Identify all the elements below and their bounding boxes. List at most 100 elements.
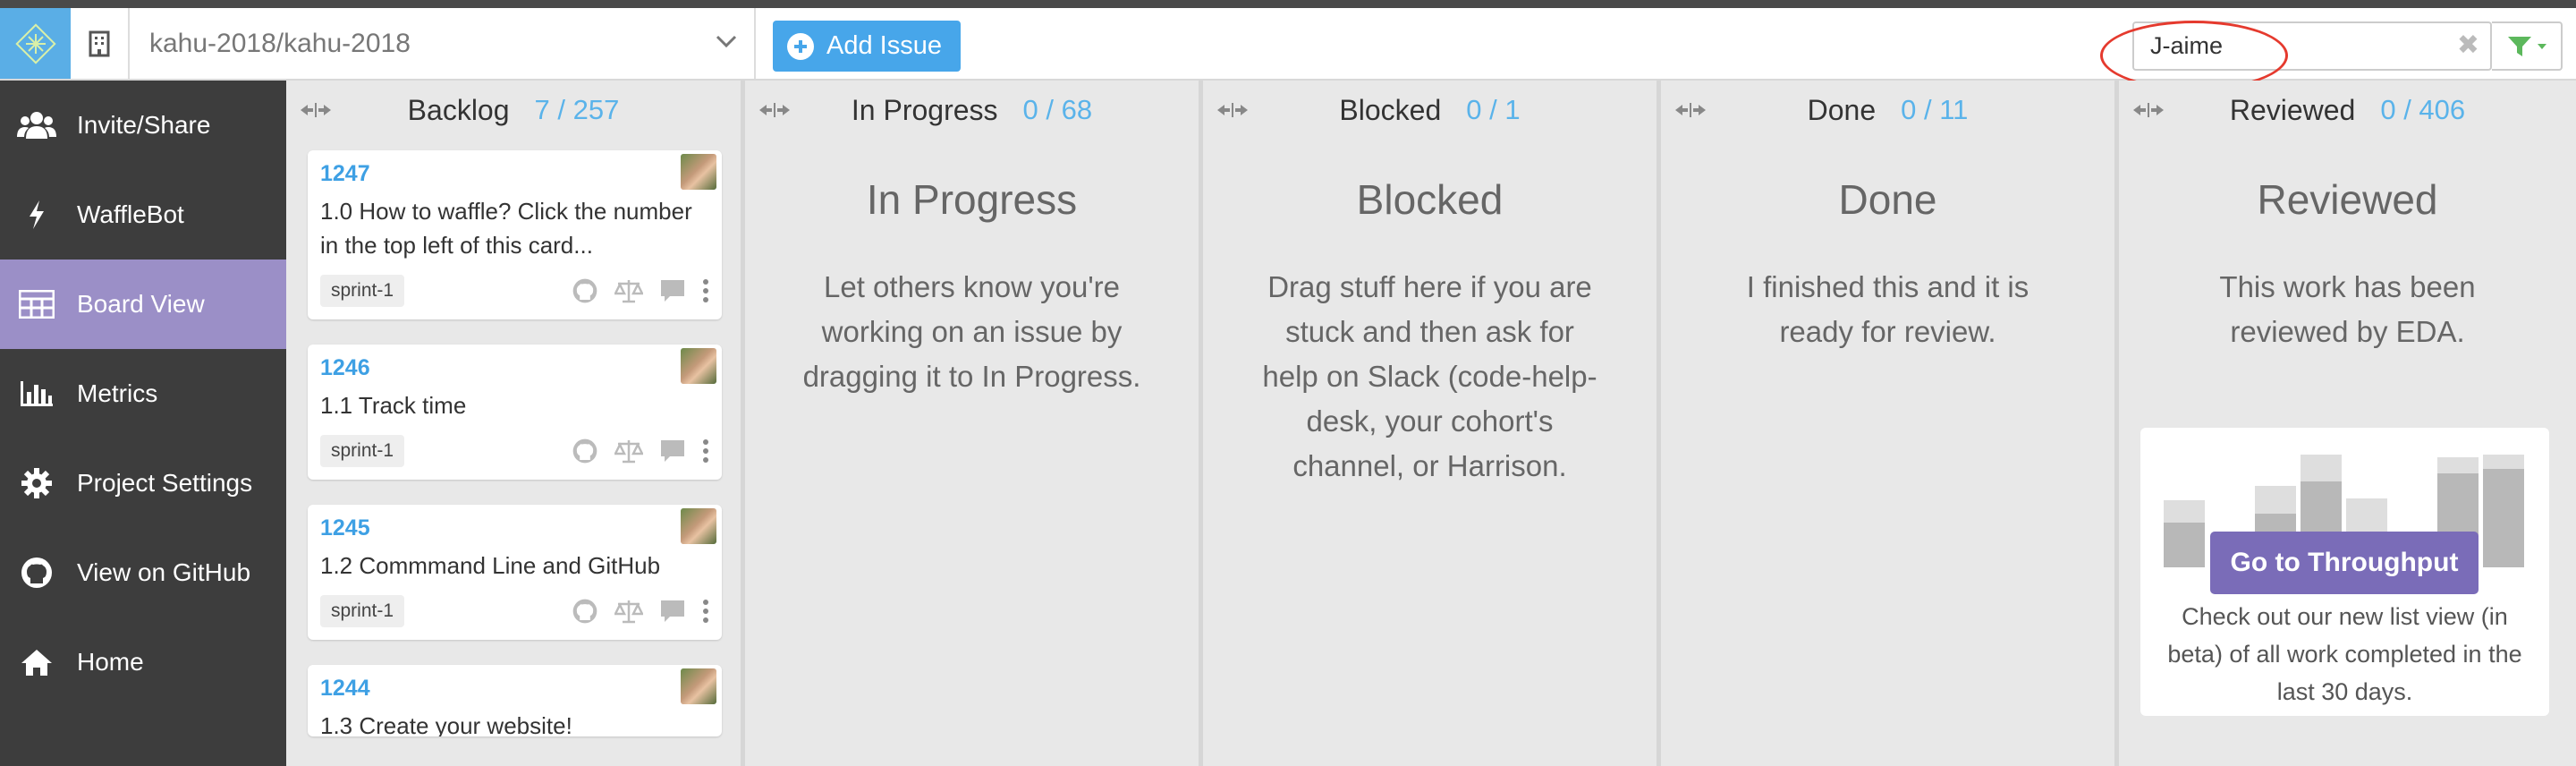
avatar	[681, 348, 716, 384]
top-strip	[0, 0, 2576, 8]
scale-icon[interactable]	[614, 438, 643, 464]
scale-icon[interactable]	[614, 277, 643, 304]
issue-label-tag[interactable]: sprint-1	[320, 275, 405, 307]
column-count: 0 / 406	[2380, 94, 2466, 125]
issue-title: 1.1 Track time	[320, 392, 467, 419]
issue-title: 1.3 Create your website!	[320, 712, 572, 736]
comment-icon[interactable]	[659, 438, 686, 464]
collapse-column-icon[interactable]	[1675, 102, 1706, 118]
clear-search-icon[interactable]: ✖	[2457, 32, 2479, 59]
issue-card[interactable]: 1244 1.3 Create your website!	[308, 665, 722, 736]
issue-number[interactable]: 1246	[320, 355, 709, 381]
sidebar-item-wafflebot[interactable]: WaffleBot	[0, 170, 286, 260]
sidebar-item-label: Home	[77, 648, 144, 676]
sidebar-item-label: Project Settings	[77, 469, 253, 497]
column-title: Reviewed	[2229, 93, 2356, 126]
empty-column-text: I finished this and it is ready for revi…	[1746, 270, 2029, 348]
empty-column-title: Reviewed	[2257, 176, 2438, 223]
empty-column-text: Let others know you're working on an iss…	[802, 270, 1141, 393]
column-count: 0 / 68	[1022, 94, 1093, 125]
collapse-column-icon[interactable]	[301, 102, 331, 118]
organization-icon[interactable]	[71, 8, 130, 79]
issue-title: 1.0 How to waffle? Click the number in t…	[320, 198, 692, 259]
more-options-icon[interactable]	[702, 599, 709, 624]
issue-number[interactable]: 1247	[320, 161, 709, 187]
column-in-progress: In Progress 0 / 68 In Progress Let other…	[745, 81, 1203, 766]
empty-column-title: Blocked	[1356, 176, 1504, 223]
sidebar-item-label: WaffleBot	[77, 200, 184, 228]
avatar	[681, 668, 716, 704]
column-count: 0 / 11	[1901, 94, 1969, 125]
collapse-column-icon[interactable]	[1217, 102, 1248, 118]
sidebar-item-home[interactable]: Home	[0, 617, 286, 707]
column-title: Done	[1807, 93, 1877, 126]
column-backlog: Backlog 7 / 257 1247 1.0 How to waffle? …	[286, 81, 745, 766]
column-title: Backlog	[407, 93, 510, 126]
repo-name: kahu-2018/kahu-2018	[149, 28, 411, 58]
filter-button[interactable]	[2492, 21, 2563, 71]
waffle-logo-icon[interactable]	[0, 8, 71, 79]
github-icon	[16, 555, 57, 591]
issue-label-tag[interactable]: sprint-1	[320, 435, 405, 467]
column-reviewed: Reviewed 0 / 406 Reviewed This work has …	[2119, 81, 2576, 766]
avatar	[681, 508, 716, 544]
table-icon	[16, 286, 57, 322]
comment-icon[interactable]	[659, 278, 686, 303]
repo-selector[interactable]: kahu-2018/kahu-2018	[130, 8, 756, 79]
bolt-icon	[16, 197, 57, 233]
go-to-throughput-button[interactable]: Go to Throughput	[2210, 532, 2479, 594]
github-icon[interactable]	[572, 438, 598, 464]
issue-card[interactable]: 1247 1.0 How to waffle? Click the number…	[308, 150, 722, 319]
sidebar: Invite/Share WaffleBot Board View Metric…	[0, 81, 286, 766]
column-header: In Progress 0 / 68	[745, 81, 1199, 140]
github-icon[interactable]	[572, 277, 598, 304]
top-bar: kahu-2018/kahu-2018 Add Issue ✖	[0, 8, 2576, 90]
avatar	[681, 154, 716, 190]
sidebar-item-board-view[interactable]: Board View	[0, 260, 286, 349]
board: Backlog 7 / 257 1247 1.0 How to waffle? …	[286, 81, 2576, 766]
gear-icon	[16, 465, 57, 501]
collapse-column-icon[interactable]	[759, 102, 790, 118]
caret-down-icon	[2537, 43, 2546, 49]
column-count: 0 / 1	[1466, 94, 1521, 125]
more-options-icon[interactable]	[702, 438, 709, 464]
scale-icon[interactable]	[614, 598, 643, 625]
empty-column-title: Done	[1838, 176, 1937, 223]
issue-number[interactable]: 1245	[320, 515, 709, 541]
sidebar-item-project-settings[interactable]: Project Settings	[0, 438, 286, 528]
users-icon	[16, 107, 57, 143]
issue-label-tag[interactable]: sprint-1	[320, 595, 405, 627]
add-issue-button[interactable]: Add Issue	[773, 21, 961, 72]
throughput-promo-card: Go to Throughput Check out our new list …	[2140, 428, 2549, 716]
column-count: 7 / 257	[534, 94, 620, 125]
issue-number[interactable]: 1244	[320, 676, 709, 702]
plus-icon	[787, 32, 814, 60]
sidebar-item-label: Invite/Share	[77, 111, 211, 139]
column-header: Reviewed 0 / 406	[2119, 81, 2576, 140]
comment-icon[interactable]	[659, 599, 686, 624]
issue-card[interactable]: 1245 1.2 Commmand Line and GitHub sprint…	[308, 505, 722, 640]
column-done: Done 0 / 11 Done I finished this and it …	[1661, 81, 2119, 766]
column-header: Backlog 7 / 257	[286, 81, 741, 140]
empty-column-text: This work has been reviewed by EDA.	[2219, 270, 2476, 348]
throughput-description: Check out our new list view (in beta) of…	[2167, 603, 2522, 705]
home-icon	[16, 644, 57, 680]
search-box[interactable]: ✖	[2132, 21, 2492, 71]
search-input[interactable]	[2150, 32, 2445, 60]
sidebar-item-label: View on GitHub	[77, 558, 251, 586]
empty-column-title: In Progress	[866, 176, 1078, 223]
column-header: Blocked 0 / 1	[1203, 81, 1657, 140]
collapse-column-icon[interactable]	[2133, 102, 2164, 118]
column-title: Blocked	[1339, 93, 1442, 126]
column-title: In Progress	[851, 93, 998, 126]
chevron-down-icon	[716, 35, 737, 48]
column-blocked: Blocked 0 / 1 Blocked Drag stuff here if…	[1203, 81, 1661, 766]
bar-chart-icon	[16, 376, 57, 412]
sidebar-item-label: Metrics	[77, 379, 158, 407]
sidebar-item-metrics[interactable]: Metrics	[0, 349, 286, 438]
more-options-icon[interactable]	[702, 278, 709, 303]
sidebar-item-invite-share[interactable]: Invite/Share	[0, 81, 286, 170]
issue-card[interactable]: 1246 1.1 Track time sprint-1	[308, 345, 722, 480]
github-icon[interactable]	[572, 598, 598, 625]
sidebar-item-view-on-github[interactable]: View on GitHub	[0, 528, 286, 617]
